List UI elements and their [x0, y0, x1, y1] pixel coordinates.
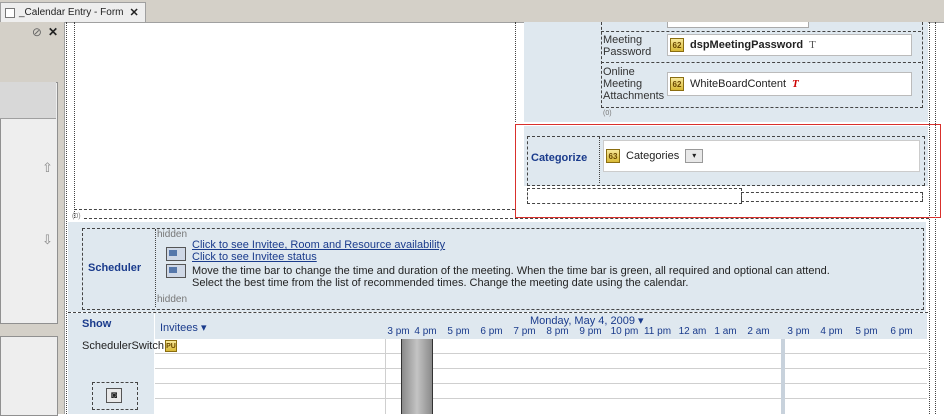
grid-row-line: [155, 368, 927, 369]
hour-label: 4 pm: [414, 326, 437, 337]
left-panel-header: ⊘ ✕: [0, 22, 64, 42]
day-separator: [781, 339, 785, 414]
computed-field-icon: 62: [670, 77, 684, 91]
section-marker: (0): [72, 213, 81, 220]
left-panel-lower-box: [0, 336, 58, 416]
hour-label: 6 pm: [890, 326, 913, 337]
hour-label: 4 pm: [820, 326, 843, 337]
whiteboard-field-name: WhiteBoardContent: [690, 78, 786, 90]
move-up-icon[interactable]: ⇧: [42, 160, 53, 176]
grid-column-line: [385, 339, 386, 414]
canvas-right-border: [935, 22, 936, 414]
hidden-text-top: hidden: [157, 229, 188, 240]
hour-label: 5 pm: [855, 326, 878, 337]
whiteboard-field[interactable]: 62 WhiteBoardContent T: [667, 72, 912, 96]
password-field[interactable]: [667, 22, 809, 28]
hour-label: 6 pm: [480, 326, 503, 337]
show-label: Show: [82, 318, 112, 330]
invitees-column-header[interactable]: Invitees ▾: [160, 321, 207, 334]
button-icon: [169, 250, 177, 256]
inner-left-border: [74, 22, 75, 218]
row-divider: [601, 31, 921, 32]
status-button[interactable]: [166, 264, 186, 278]
canvas-right-border-2: [929, 22, 930, 414]
selection-highlight: [515, 124, 941, 218]
rich-text-type-icon: T: [792, 78, 799, 90]
best-time-note: Select the best time from the list of re…: [192, 277, 689, 289]
pin-icon[interactable]: ⊘: [32, 25, 42, 39]
computed-field-icon: 62: [670, 38, 684, 52]
online-attachments-label: Online Meeting Attachments: [603, 66, 665, 102]
meeting-time-bar[interactable]: [401, 339, 433, 414]
hidden-text-bottom: hidden: [157, 294, 188, 305]
tab-title: _Calendar Entry - Form: [19, 7, 124, 18]
hidden-marker: (0): [603, 110, 612, 117]
close-panel-icon[interactable]: ✕: [48, 25, 58, 39]
scheduler-label: Scheduler: [88, 262, 142, 274]
scheduler-switch-name: SchedulerSwitch: [82, 340, 164, 352]
section-top-line: [84, 218, 929, 219]
right-column-border: [515, 22, 516, 122]
hour-label: 9 pm: [579, 326, 602, 337]
form-bottom-line: [74, 209, 515, 210]
text-type-icon: T: [809, 39, 816, 51]
grid-row-line: [155, 353, 927, 354]
meeting-password-label: Meeting Password: [603, 34, 652, 58]
hour-label: 8 pm: [546, 326, 569, 337]
row-divider-2: [601, 62, 921, 63]
scheduler-divider: [155, 229, 156, 307]
meeting-password-field-name: dspMeetingPassword: [690, 39, 804, 51]
time-bar-note: Move the time bar to change the time and…: [192, 265, 830, 277]
invitee-status-link[interactable]: Click to see Invitee status: [192, 251, 317, 263]
meeting-password-field[interactable]: 62 dspMeetingPassword T: [667, 34, 912, 56]
form-icon: [5, 7, 15, 18]
hour-label: 11 pm: [643, 326, 672, 337]
hour-label: 3 pm: [387, 326, 410, 337]
button-icon: [169, 267, 177, 273]
hour-label: 2 am: [747, 326, 770, 337]
hour-label: 7 pm: [513, 326, 536, 337]
tab-calendar-entry-form[interactable]: _Calendar Entry - Form ✕: [0, 2, 146, 22]
canvas-left-border: [66, 22, 67, 414]
availability-button[interactable]: [166, 247, 186, 261]
grid-row-line: [155, 383, 927, 384]
hour-label: 3 pm: [787, 326, 810, 337]
hour-label: 10 pm: [610, 326, 639, 337]
hour-label: 1 am: [714, 326, 737, 337]
move-down-icon[interactable]: ⇩: [42, 232, 53, 248]
invitees-grid: [155, 339, 927, 414]
invitee-availability-link[interactable]: Click to see Invitee, Room and Resource …: [192, 239, 445, 251]
hour-label: 12 am: [678, 326, 707, 337]
close-icon[interactable]: ✕: [129, 6, 138, 19]
hours-row: 3 pm 4 pm 5 pm 6 pm 7 pm 8 pm 9 pm 10 pm…: [385, 326, 925, 338]
hour-label: 5 pm: [447, 326, 470, 337]
left-panel-list-header: [0, 82, 56, 119]
grid-row-line: [155, 398, 927, 399]
refresh-button[interactable]: ◙: [106, 388, 122, 403]
